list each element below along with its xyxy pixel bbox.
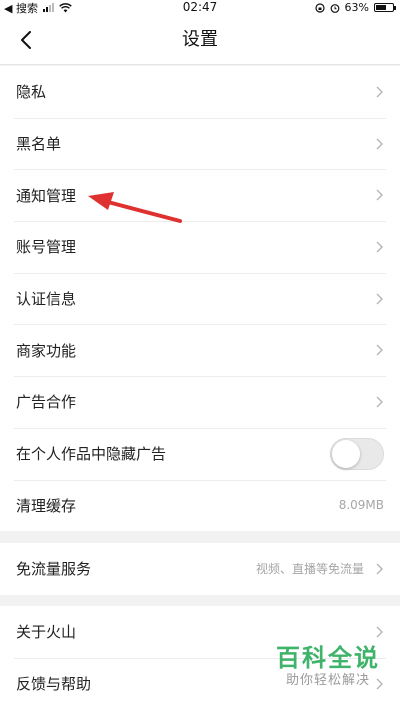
page-title: 设置 [182, 29, 218, 50]
row-label: 免流量服务 [16, 560, 92, 579]
settings-row-hide-ads: 在个人作品中隐藏广告 [0, 427, 400, 480]
watermark-subtitle: 助你轻松解决 [285, 673, 370, 688]
chevron-right-icon [374, 343, 384, 357]
nav-bar: 设置 [0, 15, 400, 65]
cache-size-value: 8.09MB [338, 498, 384, 513]
battery-level-fill [376, 5, 386, 10]
row-label: 账号管理 [16, 238, 77, 257]
settings-group-data-free: 免流量服务 视频、直播等免流量 [0, 543, 400, 595]
watermark-title: 百科全说 [276, 644, 380, 672]
settings-row-notifications[interactable]: 通知管理 [0, 169, 400, 221]
status-bar: ◀ 搜索 02:47 63% [0, 0, 400, 15]
settings-row-verification[interactable]: 认证信息 [0, 272, 400, 325]
settings-group-main: 隐私 黑名单 通知管理 账号管理 认证信息 商家功能 广告合作 在个人作品中隐藏… [0, 66, 400, 532]
row-label: 认证信息 [16, 290, 77, 309]
row-label: 在个人作品中隐藏广告 [16, 445, 167, 464]
row-label: 通知管理 [16, 186, 77, 205]
battery-icon [374, 3, 396, 12]
settings-row-ad-cooperation[interactable]: 广告合作 [0, 376, 400, 428]
toggle-knob [332, 439, 360, 468]
row-label: 清理缓存 [16, 496, 77, 515]
settings-row-blacklist[interactable]: 黑名单 [0, 117, 400, 170]
row-label: 关于火山 [16, 623, 77, 642]
chevron-right-icon [374, 625, 384, 639]
watermark: 百科全说 助你轻松解决 [272, 644, 384, 690]
settings-row-account[interactable]: 账号管理 [0, 221, 400, 273]
chevron-right-icon [374, 137, 384, 151]
settings-row-privacy[interactable]: 隐私 [0, 66, 400, 118]
battery-percent: 63% [344, 1, 369, 14]
lock-rotation-icon [314, 2, 325, 13]
chevron-right-icon [374, 562, 384, 576]
chevron-right-icon [374, 395, 384, 409]
settings-row-data-free-service[interactable]: 免流量服务 视频、直播等免流量 [0, 543, 400, 595]
row-value: 视频、直播等免流量 [255, 562, 364, 577]
status-bar-right: 63% [314, 0, 396, 15]
row-label: 隐私 [16, 83, 47, 102]
settings-row-clear-cache[interactable]: 清理缓存 8.09MB [0, 479, 400, 532]
hide-ads-toggle[interactable] [330, 437, 384, 470]
chevron-right-icon [374, 188, 384, 202]
chevron-right-icon [374, 85, 384, 99]
row-label: 黑名单 [16, 135, 62, 154]
row-label: 商家功能 [16, 341, 77, 360]
settings-screen: ◀ 搜索 02:47 63% 设置 隐私 黑名单 通知管理 账号管理 认证信息 … [0, 0, 400, 705]
chevron-right-icon [374, 240, 384, 254]
settings-row-merchant[interactable]: 商家功能 [0, 324, 400, 376]
row-label: 广告合作 [16, 393, 77, 412]
chevron-right-icon [374, 292, 384, 306]
alarm-icon [330, 3, 339, 13]
